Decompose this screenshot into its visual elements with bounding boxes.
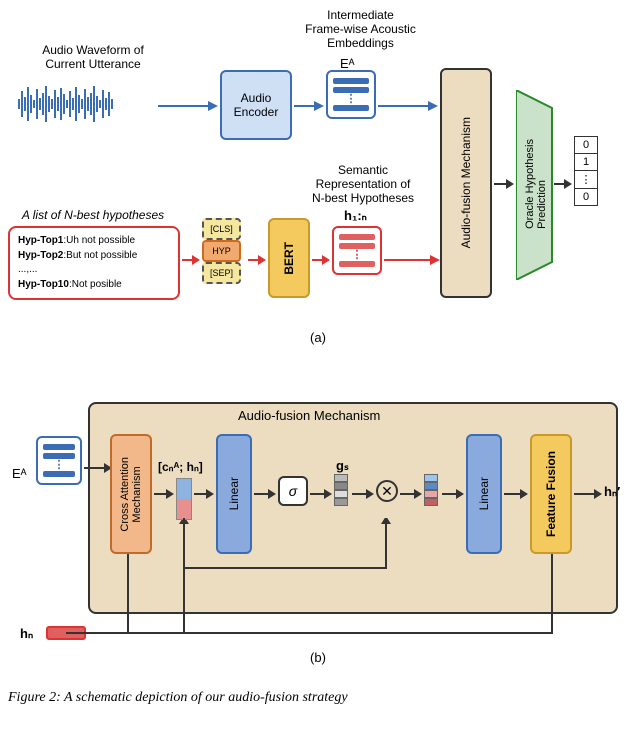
diagram-b: Audio-fusion Mechanism Eᴬ ⋮ hₙ Cross Att… — [8, 378, 628, 678]
bert-block: BERT — [268, 218, 310, 298]
hyp-row: Hyp-Top2:But not possible — [18, 249, 170, 264]
sigma-block: σ — [278, 476, 308, 506]
arrow-icon — [194, 486, 214, 502]
oracle-label: Oracle HypothesisPrediction — [522, 104, 550, 264]
gs-label: gₛ — [336, 458, 349, 474]
hyp-row: Hyp-Top10:Not posible — [18, 278, 170, 293]
cls-token: [CLS] — [202, 218, 241, 240]
nbest-label: A list of N-best hypotheses — [8, 208, 178, 222]
arrow-icon — [400, 486, 422, 502]
arrow-icon — [182, 252, 200, 268]
arrow-icon — [154, 486, 174, 502]
fusion-title: Audio-fusion Mechanism — [238, 408, 380, 423]
arrow-icon — [574, 486, 602, 502]
feature-fusion-block: Feature Fusion — [530, 434, 572, 554]
gs-vector-icon — [334, 474, 348, 506]
arrow-icon — [384, 252, 440, 268]
audio-encoder-block: AudioEncoder — [220, 70, 292, 140]
hn-symbol: hₙ — [20, 626, 33, 642]
hn-prime-symbol: hₙ′ — [604, 484, 620, 500]
ea-symbol-top: Eᴬ — [340, 56, 355, 71]
hyp-token: HYP — [202, 240, 241, 262]
arrow-icon — [158, 98, 218, 114]
out-cell: 0 — [575, 137, 597, 154]
intermediate-embeddings-label: IntermediateFrame-wise AcousticEmbedding… — [283, 8, 438, 50]
semantic-rep-label: SemanticRepresentation ofN-best Hypothes… — [298, 163, 428, 205]
cross-attention-block: Cross AttentionMechanism — [110, 434, 152, 554]
ea-embeddings-b-icon: ⋮ — [36, 436, 82, 485]
hypotheses-list: Hyp-Top1:Uh not possible Hyp-Top2:But no… — [8, 226, 180, 300]
subfigure-label-b: (b) — [8, 650, 628, 665]
output-vector: 0 1 ⋮ 0 — [574, 136, 598, 206]
audio-fusion-block: Audio-fusion Mechanism — [440, 68, 492, 298]
linear-block-2: Linear — [466, 434, 502, 554]
hyp-row: ...,... — [18, 263, 170, 278]
h1n-symbol: h₁:ₙ — [344, 208, 367, 224]
h-embeddings-icon: ⋮ — [332, 226, 382, 275]
sep-token: [SEP] — [202, 262, 241, 284]
figure-caption: Figure 2: A schematic depiction of our a… — [8, 690, 628, 706]
diagram-a: Audio Waveform ofCurrent Utterance Inter… — [8, 8, 628, 358]
arrow-icon — [352, 486, 374, 502]
hyp-row: Hyp-Top1:Uh not possible — [18, 234, 170, 249]
concat-vector-icon — [176, 478, 192, 520]
arrow-icon — [248, 252, 266, 268]
arrow-icon — [494, 176, 514, 192]
audio-waveform-icon — [18, 84, 113, 124]
gated-vector-icon — [424, 474, 438, 506]
concat-label: [cₙᴬ; hₙ] — [158, 460, 203, 474]
ea-symbol-b: Eᴬ — [12, 466, 27, 481]
subfigure-label-a: (a) — [8, 330, 628, 345]
out-cell: 0 — [575, 189, 597, 205]
arrow-icon — [312, 252, 330, 268]
token-stack: [CLS] HYP [SEP] — [202, 218, 241, 284]
out-cell: 1 — [575, 154, 597, 171]
arrow-icon — [442, 486, 464, 502]
arrow-icon — [554, 176, 572, 192]
arrow-connector — [176, 518, 392, 578]
arrow-icon — [310, 486, 332, 502]
arrow-icon — [504, 486, 528, 502]
arrow-icon — [294, 98, 324, 114]
multiply-icon: ✕ — [376, 480, 398, 502]
ea-embeddings-icon: ⋮ — [326, 70, 376, 119]
out-cell: ⋮ — [575, 171, 597, 189]
arrow-icon — [254, 486, 276, 502]
audio-waveform-label: Audio Waveform ofCurrent Utterance — [18, 43, 168, 71]
arrow-icon — [378, 98, 438, 114]
arrow-icon — [84, 460, 112, 476]
